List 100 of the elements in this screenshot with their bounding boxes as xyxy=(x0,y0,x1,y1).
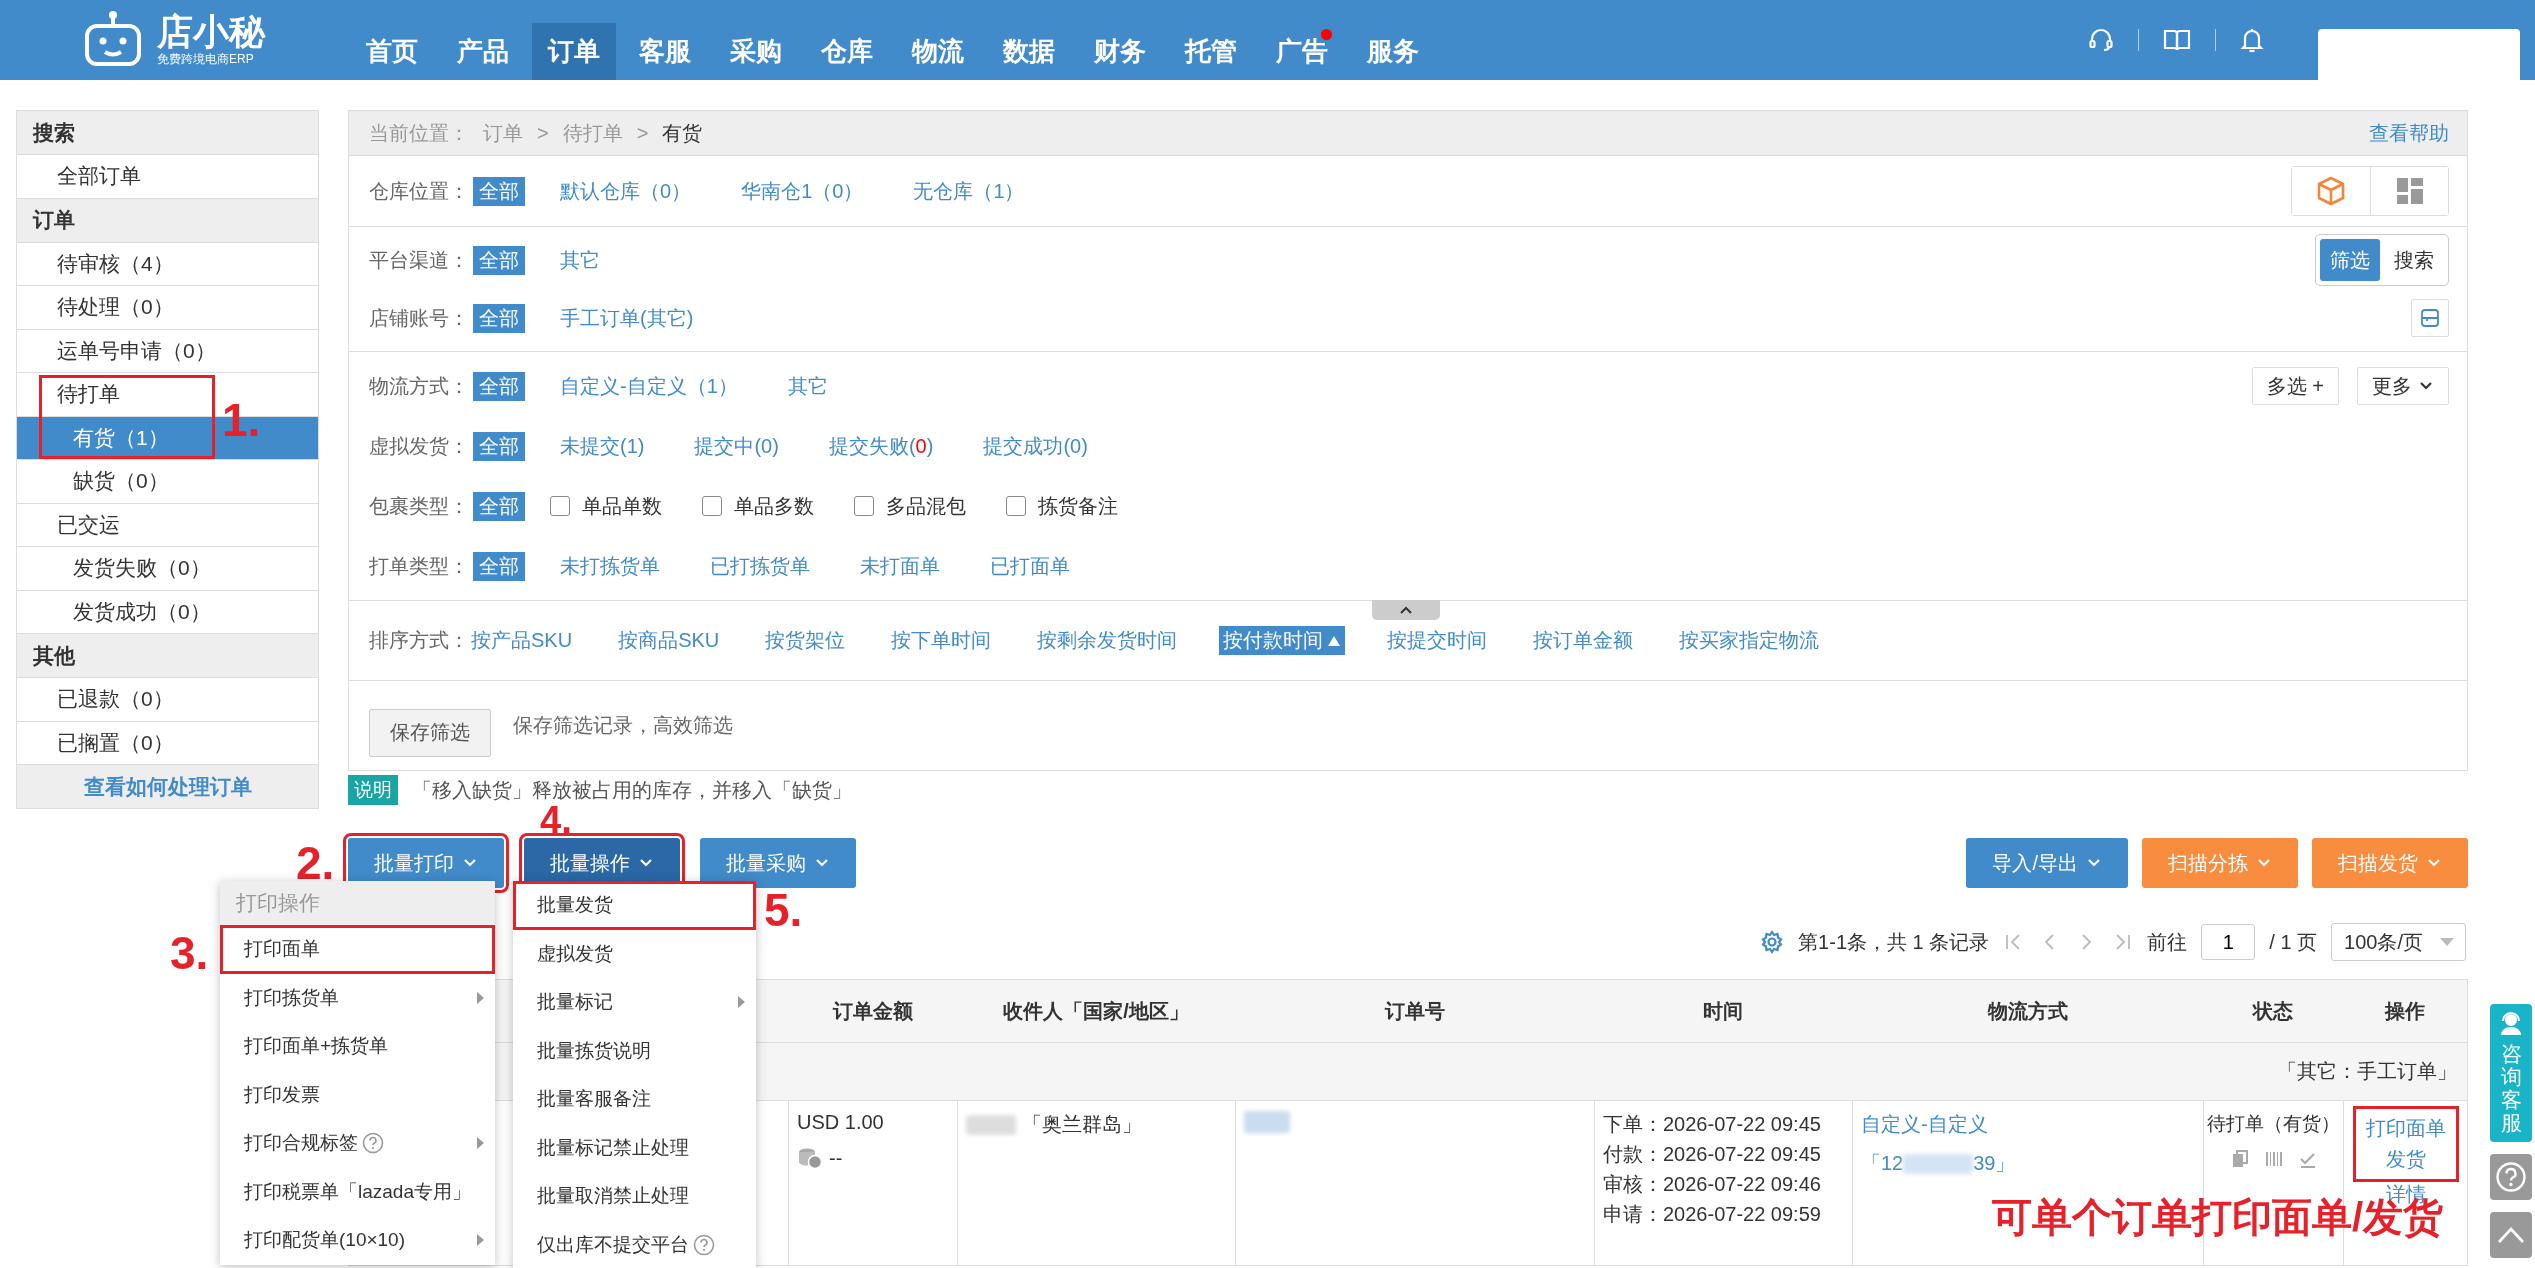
nav-tab[interactable]: 财务 xyxy=(1078,23,1162,80)
sort-option[interactable]: 按商品SKU xyxy=(614,626,724,655)
breadcrumb-item[interactable]: 待打单 xyxy=(562,119,623,147)
amount-text: USD 1.00 xyxy=(797,1111,884,1134)
filter-option[interactable]: 全部 xyxy=(473,491,525,521)
filter-label: 包裹类型： xyxy=(369,493,470,519)
filter-option[interactable]: 手工订单(其它) xyxy=(560,304,694,332)
filter-option[interactable]: 全部 xyxy=(473,245,525,275)
help-link[interactable]: 查看帮助 xyxy=(2369,119,2449,147)
menu-item[interactable]: 批量取消禁止处理 xyxy=(513,1172,756,1221)
filter-option[interactable]: 已打拣货单 xyxy=(710,552,810,580)
filter-option[interactable]: 其它 xyxy=(560,246,600,274)
filter-option[interactable]: 未提交(1) xyxy=(560,432,645,460)
menu-item[interactable]: 打印面单 xyxy=(220,925,495,974)
consult-button[interactable]: 咨询客服 xyxy=(2490,1004,2532,1143)
menu-item[interactable]: 仅出库不提交平台 xyxy=(513,1220,756,1268)
sort-option[interactable]: 按剩余发货时间 xyxy=(1033,626,1182,655)
collapse-button[interactable] xyxy=(1372,600,1440,620)
menu-item[interactable]: 打印合规标签 xyxy=(220,1119,495,1168)
toolbar-button[interactable]: 批量采购 xyxy=(700,838,856,888)
sort-option[interactable]: 按订单金额 xyxy=(1529,626,1638,655)
menu-item[interactable]: 打印配货单(10×10) xyxy=(220,1216,495,1265)
logo-subtitle: 免费跨境电商ERP xyxy=(157,51,255,69)
filter-option[interactable]: 全部 xyxy=(473,431,525,461)
headset-icon[interactable] xyxy=(2088,27,2114,53)
page-size-select[interactable]: 100条/页 xyxy=(2331,923,2466,961)
toolbar-button[interactable]: 扫描发货 xyxy=(2312,838,2468,888)
nav-tab[interactable]: 产品 xyxy=(441,23,525,80)
nav-tab[interactable]: 订单 xyxy=(532,23,616,80)
filter-option[interactable]: 全部 xyxy=(473,176,525,206)
help-icon[interactable] xyxy=(693,1233,715,1256)
back-to-top-button[interactable] xyxy=(2490,1212,2532,1259)
settings-icon[interactable] xyxy=(1760,930,1785,954)
toolbar-button[interactable]: 导入/导出 xyxy=(1966,838,2128,888)
action-link[interactable]: 打印面单 xyxy=(2365,1115,2446,1142)
filter-option[interactable]: 默认仓库（0） xyxy=(560,177,692,205)
checkbox[interactable] xyxy=(702,496,722,516)
filter-option[interactable]: 全部 xyxy=(473,551,525,581)
filter-label: 打单类型： xyxy=(369,553,470,579)
breadcrumb-separator: > xyxy=(537,121,549,145)
sort-option[interactable]: 按下单时间 xyxy=(887,626,996,655)
help-icon xyxy=(2495,1161,2527,1194)
sort-option[interactable]: 按货架位 xyxy=(761,626,850,655)
bell-icon[interactable] xyxy=(2240,26,2264,54)
menu-item[interactable]: 虚拟发货 xyxy=(513,929,756,978)
book-icon[interactable] xyxy=(2163,27,2191,53)
checkbox[interactable] xyxy=(854,496,874,516)
filter-option[interactable]: 未打面单 xyxy=(860,552,940,580)
caret-icon xyxy=(2086,857,2102,869)
checkbox[interactable] xyxy=(550,496,570,516)
toolbar-button[interactable]: 扫描分拣 xyxy=(2142,838,2298,888)
menu-item[interactable]: 打印拣货单 xyxy=(220,973,495,1022)
filter-option[interactable]: 无仓库（1） xyxy=(913,177,1025,205)
filter-option[interactable]: 全部 xyxy=(473,371,525,401)
sidebar-heading: 订单 xyxy=(17,198,318,243)
view-button[interactable] xyxy=(2370,167,2448,215)
help-button[interactable] xyxy=(2490,1154,2532,1201)
filter-button[interactable]: 更多 xyxy=(2357,367,2449,405)
profit-text: -- xyxy=(829,1146,843,1170)
breadcrumb-separator: > xyxy=(636,121,649,145)
menu-item[interactable]: 批量标记禁止处理 xyxy=(513,1123,756,1172)
menu-item[interactable]: 打印税票单「lazada专用」 xyxy=(220,1167,495,1216)
filter-option[interactable]: 提交中(0) xyxy=(694,432,779,460)
breadcrumb-label: 当前位置： xyxy=(369,120,469,146)
filter-button[interactable]: 多选 + xyxy=(2251,367,2339,405)
sort-option[interactable]: 按付款时间 xyxy=(1219,626,1346,655)
filter-option[interactable]: 华南仓1（0） xyxy=(741,177,864,205)
nav-tab[interactable]: 采购 xyxy=(714,23,798,80)
filter-option[interactable]: 其它 xyxy=(787,372,828,400)
help-icon[interactable] xyxy=(362,1132,384,1155)
nav-tab[interactable]: 服务 xyxy=(1351,23,1435,80)
nav-tab[interactable]: 客服 xyxy=(623,23,707,80)
help-link[interactable]: 查看如何处理订单 xyxy=(17,765,318,809)
submenu-arrow-icon xyxy=(475,1136,485,1150)
filter-option[interactable]: 未打拣货单 xyxy=(560,552,660,580)
page-input[interactable]: 1 xyxy=(2201,924,2256,960)
panel-toggle-button[interactable] xyxy=(2411,299,2449,337)
nav-tab[interactable]: 首页 xyxy=(350,23,434,80)
segment-tab[interactable]: 筛选 xyxy=(2320,239,2380,281)
sort-option[interactable]: 按产品SKU xyxy=(467,626,577,655)
save-filter-button[interactable]: 保存筛选 xyxy=(369,708,491,757)
filter-option[interactable]: 提交成功(0) xyxy=(983,432,1088,460)
nav-tab[interactable]: 物流 xyxy=(896,23,980,80)
sort-option[interactable]: 按提交时间 xyxy=(1383,626,1492,655)
logistics-link[interactable]: 自定义-自定义 xyxy=(1861,1111,1988,1138)
barcode-icon[interactable] xyxy=(2263,1149,2284,1169)
filter-option[interactable]: 自定义-自定义（1） xyxy=(560,372,738,400)
sort-option[interactable]: 按买家指定物流 xyxy=(1675,626,1824,655)
checkbox-label: 拣货备注 xyxy=(1038,493,1118,519)
nav-tab[interactable]: 仓库 xyxy=(805,23,889,80)
action-link[interactable]: 发货 xyxy=(2385,1146,2426,1173)
filter-option[interactable]: 全部 xyxy=(473,303,525,333)
menu-item[interactable]: 批量标记 xyxy=(513,978,756,1027)
breadcrumb-item[interactable]: 订单 xyxy=(483,119,523,147)
filter-option[interactable]: 已打面单 xyxy=(990,552,1070,580)
nav-tab[interactable]: 托管 xyxy=(1169,23,1253,80)
nav-tab[interactable]: 广告 xyxy=(1260,23,1344,80)
checkbox[interactable] xyxy=(1006,496,1026,516)
nav-tab[interactable]: 数据 xyxy=(987,23,1071,80)
filter-option[interactable]: 提交失败(0) xyxy=(828,432,934,460)
